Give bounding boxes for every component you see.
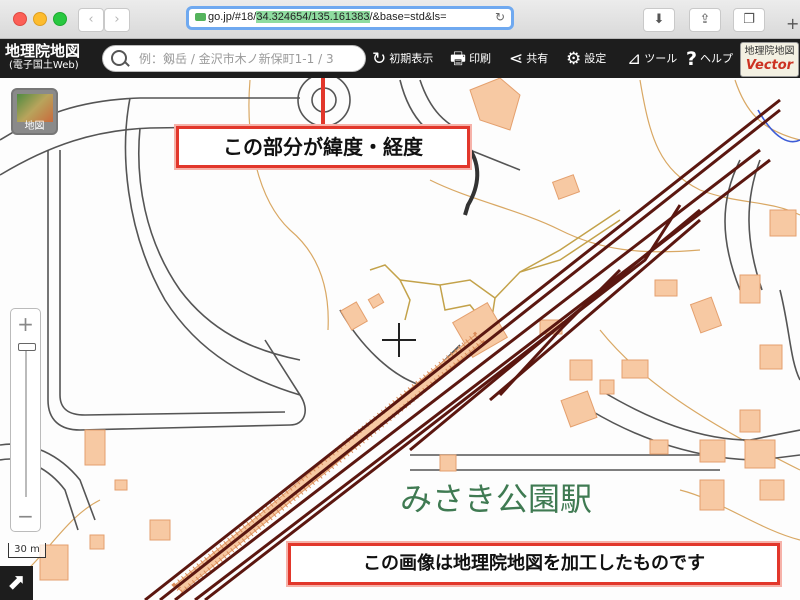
browser-chrome: ‹ › go.jp/#18/34.324654/135.161383/&base…	[0, 0, 800, 39]
scale-bar: 30 m	[8, 543, 46, 558]
logo-subtitle: (電子国土Web)	[9, 60, 79, 71]
tabs-button[interactable]: ❐	[733, 8, 765, 32]
vector-title: 地理院地図	[744, 46, 795, 57]
url-prefix: go.jp/#18/	[208, 11, 257, 23]
arrow-expand-icon: ⬈	[7, 570, 26, 595]
tools-button[interactable]: ⊿ ツール	[627, 39, 677, 78]
zoom-slider-track[interactable]	[25, 343, 27, 497]
share-nodes-icon: ⋖	[509, 48, 524, 69]
printer-icon: 🖶	[450, 48, 467, 69]
share-map-button[interactable]: ⋖ 共有	[509, 39, 548, 78]
zoom-slider-handle[interactable]	[18, 343, 36, 351]
vector-label: Vector	[745, 58, 794, 73]
address-bar[interactable]: go.jp/#18/34.324654/135.161383/&base=std…	[186, 6, 514, 30]
settings-button[interactable]: ⚙ 設定	[566, 39, 606, 78]
crosshair-icon	[382, 323, 416, 357]
callout-coordinates: この部分が緯度・経度	[176, 126, 470, 168]
gear-icon: ⚙	[566, 48, 582, 69]
minimize-window-button[interactable]	[33, 12, 47, 26]
print-label: 印刷	[469, 52, 492, 65]
app-toolbar: 地理院地図 (電子国土Web) ↻初期表示 🖶印刷 ⋖共有 ⚙設定 ⊿ツール ?…	[0, 39, 800, 78]
reload-icon[interactable]: ↻	[495, 10, 505, 24]
railway-lines	[144, 98, 781, 600]
close-window-button[interactable]	[13, 12, 27, 26]
callout-credit: この画像は地理院地図を加工したものです	[288, 543, 780, 585]
help-label: ヘルプ	[700, 52, 734, 65]
layer-switch-button[interactable]: 地図	[11, 88, 58, 135]
search-icon[interactable]	[111, 50, 127, 66]
share-button[interactable]: ⇪	[689, 8, 721, 32]
reset-view-label: 初期表示	[389, 52, 434, 65]
download-button[interactable]: ⬇	[643, 8, 675, 32]
tools-label: ツール	[644, 52, 678, 65]
refresh-icon: ↻	[372, 48, 387, 69]
vector-map-button[interactable]: 地理院地図 Vector	[740, 42, 799, 77]
zoom-window-button[interactable]	[53, 12, 67, 26]
layer-label: 地図	[24, 121, 45, 132]
logo-title: 地理院地図	[5, 42, 81, 60]
arrow-up-icon	[321, 78, 325, 126]
zoom-out-button[interactable]: −	[11, 503, 40, 529]
url-coordinates: 34.324654/135.161383	[256, 11, 370, 23]
url-suffix: /&base=std&ls=	[369, 11, 447, 23]
expand-panel-button[interactable]: ⬈	[0, 566, 33, 600]
new-tab-button[interactable]: +	[786, 14, 799, 33]
question-icon: ?	[686, 47, 698, 70]
zoom-in-button[interactable]: +	[11, 311, 40, 337]
search-input[interactable]	[137, 49, 363, 69]
share-label: 共有	[526, 52, 549, 65]
download-icon: ⬇	[653, 12, 665, 27]
tabs-icon: ❐	[743, 12, 755, 27]
water-line	[757, 109, 800, 143]
favicon-icon	[195, 13, 206, 22]
station-name-label: みさき公園駅	[400, 480, 592, 518]
back-button[interactable]: ‹	[78, 8, 104, 32]
share-icon: ⇪	[699, 12, 711, 27]
help-button[interactable]: ? ヘルプ	[686, 39, 733, 78]
reset-view-button[interactable]: ↻ 初期表示	[372, 39, 433, 78]
app-logo[interactable]: 地理院地図 (電子国土Web)	[5, 42, 80, 72]
settings-label: 設定	[584, 52, 607, 65]
chevron-left-icon: ‹	[88, 12, 94, 27]
ruler-icon: ⊿	[627, 48, 642, 69]
print-button[interactable]: 🖶 印刷	[450, 39, 491, 78]
search-box	[102, 45, 366, 72]
chevron-right-icon: ›	[114, 12, 120, 27]
zoom-control: + −	[10, 308, 41, 532]
boundary-lines	[369, 209, 621, 332]
forward-button[interactable]: ›	[104, 8, 130, 32]
